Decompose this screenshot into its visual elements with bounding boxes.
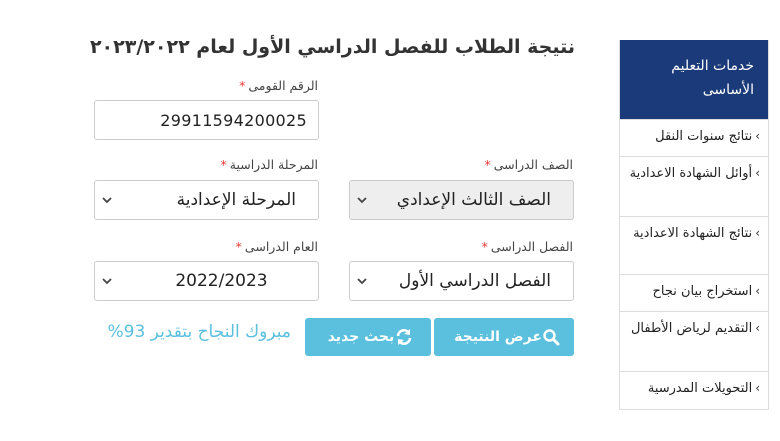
chevron-right-icon: ›	[755, 166, 760, 180]
stage-label: المرحلة الدراسية*	[221, 157, 319, 172]
chevron-down-icon	[102, 197, 112, 204]
sidebar-item-label: التحويلات المدرسية	[647, 381, 753, 396]
sidebar-item-success-statement[interactable]: ›استخراج بيان نجاح	[620, 274, 768, 311]
grade-label: الصف الدراسى*	[484, 157, 573, 172]
search-icon	[542, 328, 560, 346]
sidebar-item-label: التقديم لرياض الأطفال	[630, 321, 753, 336]
chevron-right-icon: ›	[755, 129, 760, 143]
term-label: الفصل الدراسى*	[482, 239, 573, 254]
sidebar-item-label: استخراج بيان نجاح	[652, 284, 753, 299]
chevron-down-icon	[357, 278, 367, 285]
page-title: نتيجة الطلاب للفصل الدراسي الأول لعام ٢٠…	[89, 36, 575, 58]
stage-label-text: المرحلة الدراسية	[229, 157, 318, 172]
sidebar-header: خدمات التعليم الأساسى	[620, 40, 768, 119]
sidebar-item-kindergarten[interactable]: ›التقديم لرياض الأطفال	[620, 311, 768, 371]
new-search-button[interactable]: بحث جديد	[305, 318, 431, 356]
chevron-down-icon	[102, 278, 112, 285]
national-id-label-text: الرقم القومى	[248, 78, 318, 93]
grade-label-text: الصف الدراسى	[493, 157, 573, 172]
required-mark: *	[220, 157, 227, 172]
sidebar-item-prep-results[interactable]: ›نتائج الشهادة الاعدادية	[620, 216, 768, 274]
sidebar-item-label: نتائج سنوات النقل	[655, 129, 753, 144]
result-message: مبروك النجاح بتقدير 93%	[107, 322, 291, 342]
sidebar-item-label: نتائج الشهادة الاعدادية	[633, 226, 753, 241]
new-search-label: بحث جديد	[327, 329, 395, 345]
chevron-right-icon: ›	[755, 284, 760, 298]
required-mark: *	[484, 157, 491, 172]
refresh-icon	[394, 327, 414, 347]
term-value: الفصل الدراسي الأول	[398, 271, 551, 291]
chevron-right-icon: ›	[755, 226, 760, 240]
required-mark: *	[481, 239, 488, 254]
chevron-right-icon: ›	[755, 321, 760, 335]
show-result-button[interactable]: عرض النتيجة	[434, 318, 574, 356]
year-label-text: العام الدراسى	[244, 239, 318, 254]
sidebar-item-prep-top-students[interactable]: ›أوائل الشهادة الاعدادية	[620, 156, 768, 216]
national-id-label: الرقم القومى*	[239, 78, 318, 93]
show-result-label: عرض النتيجة	[454, 329, 542, 345]
sidebar: خدمات التعليم الأساسى ›نتائج سنوات النقل…	[619, 40, 769, 410]
grade-select[interactable]: الصف الثالث الإعدادي	[349, 180, 574, 220]
required-mark: *	[235, 239, 242, 254]
stage-select[interactable]: المرحلة الإعدادية	[94, 180, 319, 220]
grade-value: الصف الثالث الإعدادي	[396, 190, 551, 210]
term-select[interactable]: الفصل الدراسي الأول	[349, 261, 574, 301]
sidebar-item-transfer-results[interactable]: ›نتائج سنوات النقل	[620, 119, 768, 156]
stage-value: المرحلة الإعدادية	[176, 190, 296, 210]
year-select[interactable]: 2022/2023	[94, 261, 319, 301]
chevron-right-icon: ›	[755, 381, 760, 395]
year-label: العام الدراسى*	[236, 239, 318, 254]
sidebar-item-school-transfers[interactable]: ›التحويلات المدرسية	[620, 371, 768, 409]
national-id-field[interactable]: 29911594200025	[94, 100, 319, 140]
national-id-value: 29911594200025	[160, 110, 307, 130]
year-value: 2022/2023	[175, 271, 268, 291]
term-label-text: الفصل الدراسى	[490, 239, 573, 254]
sidebar-item-label: أوائل الشهادة الاعدادية	[629, 166, 753, 181]
required-mark: *	[239, 78, 246, 93]
chevron-down-icon	[357, 197, 367, 204]
